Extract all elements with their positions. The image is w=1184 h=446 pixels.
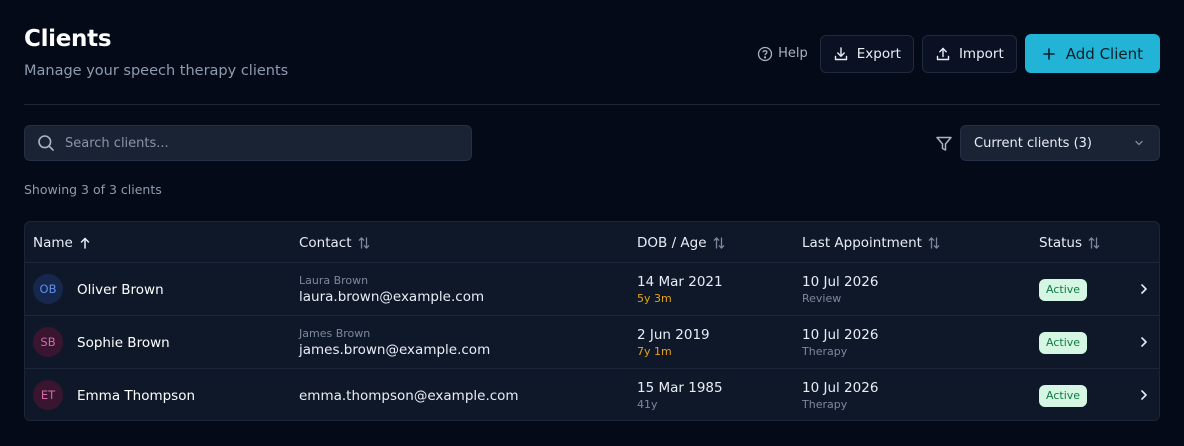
column-header-name[interactable]: Name xyxy=(33,222,92,263)
page-title: Clients xyxy=(24,26,112,52)
avatar-initials: OB xyxy=(39,282,57,296)
export-label: Export xyxy=(856,45,901,62)
column-header-status[interactable]: Status xyxy=(1039,222,1101,263)
chevron-right-icon[interactable] xyxy=(1137,281,1151,297)
filter-icon[interactable] xyxy=(934,134,954,154)
sort-icon xyxy=(358,236,369,249)
client-name: Emma Thompson xyxy=(77,387,196,404)
table-header: Name Contact DOB / Age Last Appointment … xyxy=(25,222,1159,263)
search-box[interactable] xyxy=(24,125,472,161)
help-circle-icon xyxy=(757,46,773,61)
import-button[interactable]: Import xyxy=(921,34,1017,73)
table-row[interactable]: OB Oliver Brown Laura Brown laura.brown@… xyxy=(25,263,1159,316)
contact-email: emma.thompson@example.com xyxy=(299,387,519,404)
client-name: Oliver Brown xyxy=(77,281,164,298)
last-appointment-cell: 10 Jul 2026 Therapy xyxy=(802,316,878,369)
dob-cell: 2 Jun 2019 7y 1m xyxy=(637,316,710,369)
status-badge: Active xyxy=(1039,332,1088,354)
export-button[interactable]: Export xyxy=(819,34,914,73)
last-appointment-date: 10 Jul 2026 xyxy=(802,327,879,343)
status-cell: Active xyxy=(1039,369,1088,420)
chevron-right-icon[interactable] xyxy=(1137,334,1151,350)
client-name: Sophie Brown xyxy=(77,334,170,351)
column-header-dob-label: DOB / Age xyxy=(637,234,707,251)
arrow-up-icon xyxy=(80,237,90,249)
help-label: Help xyxy=(778,46,808,61)
avatar-initials: ET xyxy=(40,388,56,402)
dob-date: 15 Mar 1985 xyxy=(637,380,723,396)
avatar: ET xyxy=(33,380,63,410)
help-button[interactable]: Help xyxy=(755,35,810,73)
column-header-dob[interactable]: DOB / Age xyxy=(637,222,726,263)
dob-cell: 15 Mar 1985 41y xyxy=(637,369,723,420)
column-header-contact-label: Contact xyxy=(299,234,352,251)
contact-cell: emma.thompson@example.com xyxy=(299,369,519,420)
avatar-initials: SB xyxy=(40,335,56,349)
search-icon xyxy=(38,135,54,151)
column-header-last-appointment-label: Last Appointment xyxy=(802,234,922,251)
last-appointment-type: Therapy xyxy=(802,345,848,358)
last-appointment-cell: 10 Jul 2026 Therapy xyxy=(802,369,879,420)
plus-icon xyxy=(1042,47,1055,60)
table-row[interactable]: SB Sophie Brown James Brown james.brown@… xyxy=(25,316,1159,369)
dob-date: 2 Jun 2019 xyxy=(637,327,710,343)
client-age: 5y 3m xyxy=(637,292,672,305)
last-appointment-cell: 10 Jul 2026 Review xyxy=(802,263,878,316)
contact-name: Laura Brown xyxy=(299,274,369,287)
upload-icon xyxy=(936,47,950,60)
avatar: SB xyxy=(33,327,63,357)
results-count: Showing 3 of 3 clients xyxy=(24,182,162,197)
status-cell: Active xyxy=(1039,316,1088,369)
client-age: 7y 1m xyxy=(637,345,672,358)
download-icon xyxy=(834,46,847,60)
status-badge: Active xyxy=(1039,279,1088,301)
import-label: Import xyxy=(958,45,1004,62)
column-header-contact[interactable]: Contact xyxy=(299,222,371,263)
add-client-label: Add Client xyxy=(1065,44,1143,63)
last-appointment-date: 10 Jul 2026 xyxy=(802,274,879,290)
clients-table: Name Contact DOB / Age Last Appointment … xyxy=(24,221,1160,421)
avatar: OB xyxy=(33,274,63,304)
chevron-right-icon[interactable] xyxy=(1137,387,1151,403)
dob-cell: 14 Mar 2021 5y 3m xyxy=(637,263,723,316)
client-filter-select[interactable]: Current clients (3) xyxy=(960,125,1160,161)
contact-email: laura.brown@example.com xyxy=(299,289,485,305)
column-header-status-label: Status xyxy=(1039,234,1083,251)
contact-cell: Laura Brown laura.brown@example.com xyxy=(299,263,484,316)
add-client-button[interactable]: Add Client xyxy=(1024,34,1160,73)
search-input[interactable] xyxy=(65,135,445,151)
sort-icon xyxy=(1088,236,1100,249)
contact-name: James Brown xyxy=(299,327,371,340)
column-header-name-label: Name xyxy=(33,234,73,251)
client-age: 41y xyxy=(637,398,658,411)
table-row[interactable]: ET Emma Thompson emma.thompson@example.c… xyxy=(25,369,1159,420)
sort-icon xyxy=(928,236,940,249)
page-subtitle: Manage your speech therapy clients xyxy=(24,63,289,79)
last-appointment-type: Review xyxy=(802,292,842,305)
column-header-last-appointment[interactable]: Last Appointment xyxy=(802,222,941,263)
chevron-down-icon xyxy=(1135,140,1143,146)
header-divider xyxy=(24,104,1160,105)
last-appointment-date: 10 Jul 2026 xyxy=(802,380,879,396)
status-badge: Active xyxy=(1039,385,1088,407)
last-appointment-type: Therapy xyxy=(802,398,848,411)
dob-date: 14 Mar 2021 xyxy=(637,274,723,290)
sort-icon xyxy=(713,236,724,249)
contact-email: james.brown@example.com xyxy=(299,342,491,358)
toolbar: Help Export Import Add Client xyxy=(755,34,1160,73)
client-filter-value: Current clients (3) xyxy=(974,135,1092,151)
contact-cell: James Brown james.brown@example.com xyxy=(299,316,490,369)
status-cell: Active xyxy=(1039,263,1088,316)
